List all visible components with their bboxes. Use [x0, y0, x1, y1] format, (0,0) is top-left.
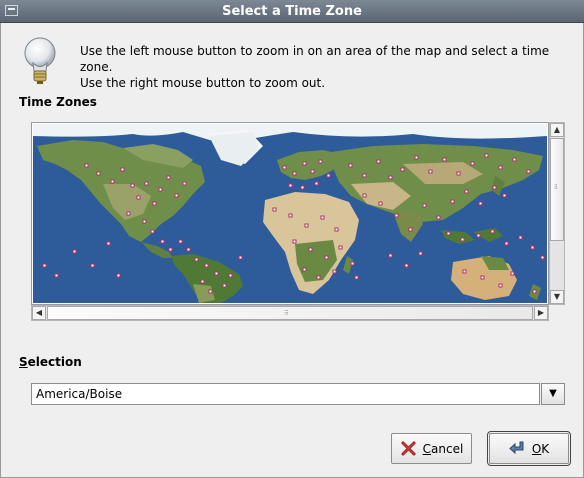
- scroll-down-button[interactable]: ▼: [550, 290, 564, 304]
- world-map[interactable]: [33, 124, 547, 303]
- vertical-scroll-thumb[interactable]: ⁞⁞: [550, 138, 564, 241]
- map-horizontal-scrollbar[interactable]: ◀ ⁝⁝⁝ ▶: [31, 305, 549, 321]
- scroll-left-button[interactable]: ◀: [32, 306, 46, 320]
- chevron-down-icon: ▼: [549, 388, 557, 399]
- selection-label: Selection: [19, 355, 82, 369]
- ok-label: OK: [531, 441, 550, 456]
- scroll-right-button[interactable]: ▶: [534, 306, 548, 320]
- map-vertical-scrollbar[interactable]: ▲ ⁞⁞ ▼: [549, 122, 565, 305]
- cancel-x-icon: [401, 441, 416, 456]
- ok-arrow-icon: [509, 441, 524, 455]
- window-title: Select a Time Zone: [222, 4, 362, 19]
- lightbulb-icon: [24, 37, 56, 84]
- grip-icon: ⁝⁝⁝: [284, 309, 289, 317]
- cancel-button[interactable]: Cancel: [391, 433, 472, 464]
- intro-line-2: Use the right mouse button to zoom out.: [80, 76, 326, 90]
- combo-dropdown-button[interactable]: ▼: [541, 383, 565, 405]
- horizontal-scroll-thumb[interactable]: ⁝⁝⁝: [47, 306, 533, 320]
- title-bar: Select a Time Zone: [0, 0, 584, 23]
- scroll-up-button[interactable]: ▲: [550, 123, 564, 137]
- time-zone-map[interactable]: [31, 122, 549, 305]
- time-zone-combo-entry[interactable]: America/Boise: [31, 383, 540, 405]
- intro-line-1: Use the left mouse button to zoom in on …: [80, 44, 550, 74]
- intro-text: Use the left mouse button to zoom in on …: [80, 43, 570, 91]
- grip-icon: ⁞⁞: [554, 183, 558, 191]
- ok-button[interactable]: OK: [487, 431, 571, 466]
- time-zones-label: Time Zones: [19, 95, 97, 109]
- cancel-label: Cancel: [422, 441, 464, 456]
